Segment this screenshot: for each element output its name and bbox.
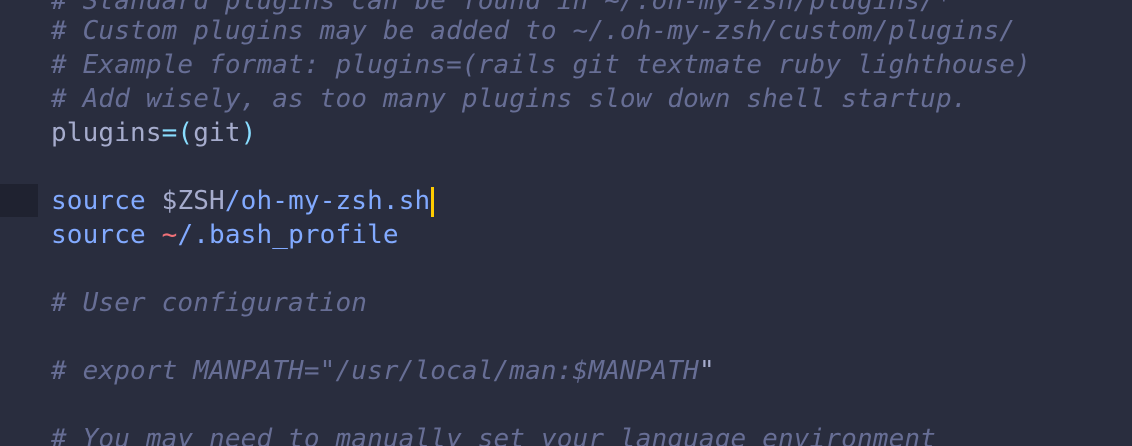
manpath-comment: # export MANPATH="/usr/local/man:$MANPAT…	[51, 356, 699, 386]
code-line-manpath: # export MANPATH="/usr/local/man:$MANPAT…	[51, 354, 715, 388]
plugins-open-paren: =(	[161, 118, 194, 148]
current-line-gutter-highlight	[0, 184, 38, 217]
plugins-value: git	[193, 118, 241, 148]
dollar-sign: $	[161, 186, 178, 216]
code-line-source-zsh: source $ZSH/oh-my-zsh.sh	[51, 184, 435, 218]
plugins-close-paren: )	[240, 118, 257, 148]
code-line-language-env: # You may need to manually set your lang…	[51, 424, 936, 446]
source-keyword-2: source	[51, 220, 146, 250]
code-line-3: # Example format: plugins=(rails git tex…	[51, 50, 1031, 80]
code-line-source-bash-profile: source ~/.bash_profile	[51, 218, 399, 252]
manpath-closing-quote: "	[698, 356, 715, 386]
oh-my-zsh-path: /oh-my-zsh.sh	[224, 186, 431, 216]
zsh-variable: ZSH	[177, 186, 225, 216]
code-line-2: # Custom plugins may be added to ~/.oh-m…	[51, 16, 1016, 46]
bash-profile-path: /.bash_profile	[177, 220, 399, 250]
plugins-identifier: plugins	[51, 118, 162, 148]
code-line-user-config: # User configuration	[51, 288, 368, 318]
text-cursor	[431, 186, 435, 217]
source-keyword: source	[51, 186, 146, 216]
code-line-plugins: plugins=(git)	[51, 116, 256, 150]
space-2	[146, 220, 162, 250]
tilde-home: ~	[161, 220, 178, 250]
code-line-4: # Add wisely, as too many plugins slow d…	[51, 84, 968, 114]
code-editor[interactable]: # Standard plugins can be found in ~/.oh…	[0, 0, 1132, 446]
